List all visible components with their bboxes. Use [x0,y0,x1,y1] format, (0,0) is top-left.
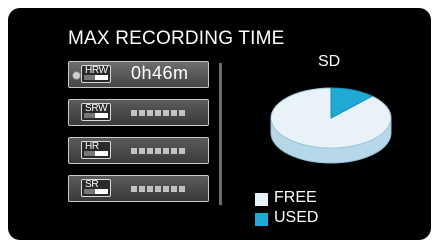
badge-base [84,189,95,194]
badge-bar [95,113,108,118]
remaining-time: 0h46m [131,63,189,83]
max-recording-time-screen: MAX RECORDING TIME HRW 0h46m SRW HR SR S… [8,8,431,240]
mode-row-hr[interactable]: HR [68,137,209,164]
quality-badge-icon: SR [81,179,111,197]
screen-title: MAX RECORDING TIME [68,28,285,49]
legend-label-free: FREE [274,189,317,206]
legend-swatch-free [255,193,268,206]
time-placeholder [131,186,187,192]
legend-swatch-used [255,213,268,226]
quality-badge-icon: HRW [81,65,111,83]
badge-base [84,113,95,118]
scrollbar[interactable] [219,63,222,205]
usage-pie-chart [270,87,392,164]
mode-row-hrw[interactable]: HRW 0h46m [68,61,209,88]
quality-badge-icon: HR [81,141,111,159]
mode-row-srw[interactable]: SRW [68,99,209,126]
badge-bar [95,75,108,80]
recording-mode-list: HRW 0h46m SRW HR SR [68,61,209,213]
media-label: SD [318,53,341,70]
legend-label-used: USED [274,209,319,226]
badge-base [84,151,95,156]
quality-badge-icon: SRW [81,103,111,121]
selection-indicator [72,71,81,80]
time-placeholder [131,110,187,116]
badge-base [84,75,95,80]
badge-bar [95,151,108,156]
mode-row-sr[interactable]: SR [68,175,209,202]
badge-bar [95,189,108,194]
time-placeholder [131,148,187,154]
